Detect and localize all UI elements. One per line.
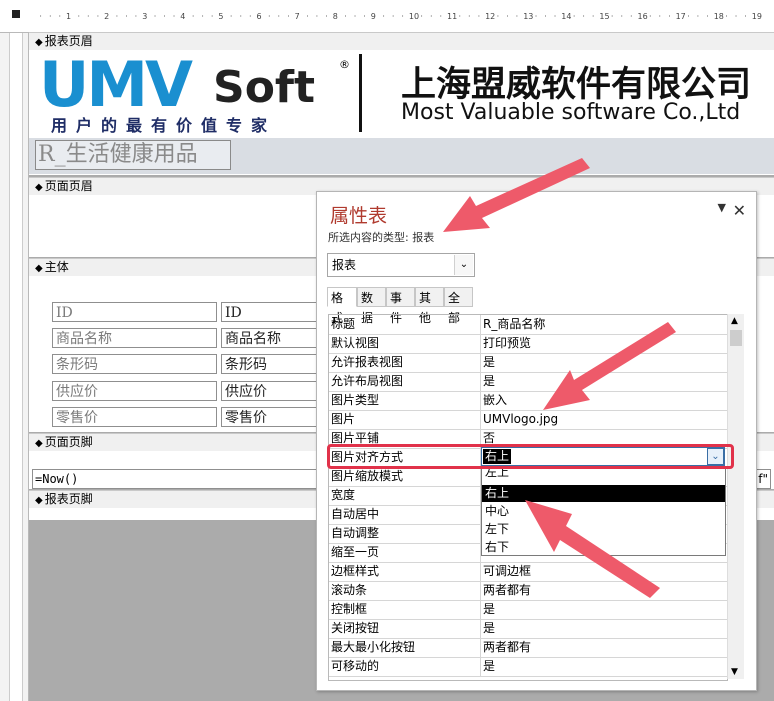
arrow-to-picture <box>543 322 676 410</box>
arrow-to-title <box>443 158 590 232</box>
arrow-to-dropdown <box>525 500 660 598</box>
annotation-arrows <box>443 158 676 598</box>
